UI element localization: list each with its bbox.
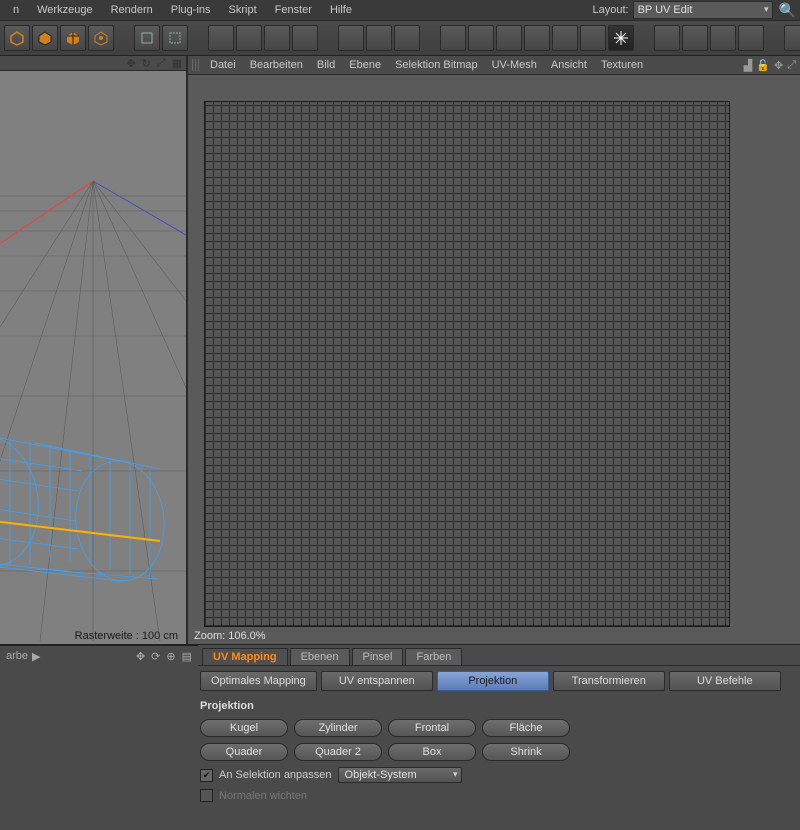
viewport-header: ✥ ↻ ⤢ ▦	[0, 56, 186, 71]
proj-frontal-button[interactable]: Frontal	[388, 719, 476, 737]
uv-menu-item[interactable]: UV-Mesh	[485, 57, 544, 73]
uv-tool-icon[interactable]	[524, 25, 550, 51]
uv-menu-item[interactable]: Ebene	[342, 57, 388, 73]
subtab-transform[interactable]: Transformieren	[553, 671, 665, 691]
uv-menu-item[interactable]: Selektion Bitmap	[388, 57, 485, 73]
uv-menu-item[interactable]: Ansicht	[544, 57, 594, 73]
chevron-down-icon: ▾	[764, 4, 769, 15]
uv-tool-icon[interactable]	[264, 25, 290, 51]
tab-farben[interactable]: Farben	[405, 648, 462, 665]
main-tab-row: UV Mapping Ebenen Pinsel Farben	[198, 645, 800, 666]
uv-menu-item[interactable]: Datei	[203, 57, 243, 73]
perspective-viewport[interactable]: Rasterweite : 100 cm	[0, 71, 186, 644]
uv-menubar: Datei Bearbeiten Bild Ebene Selektion Bi…	[188, 56, 800, 75]
menu-item[interactable]: Werkzeuge	[28, 2, 101, 18]
chevron-down-icon: ▾	[453, 769, 458, 780]
proj-kugel-button[interactable]: Kugel	[200, 719, 288, 737]
proj-quader2-button[interactable]: Quader 2	[294, 743, 382, 761]
uv-canvas[interactable]: Zoom: 106.0%	[188, 75, 800, 644]
tab-uv-mapping[interactable]: UV Mapping	[202, 648, 288, 665]
uv-tool-icon[interactable]	[710, 25, 736, 51]
uv-tool-icon[interactable]	[208, 25, 234, 51]
uv-tool-icon-active[interactable]	[608, 25, 634, 51]
menu-item[interactable]: n	[4, 2, 28, 18]
sub-tab-row: Optimales Mapping UV entspannen Projekti…	[0, 666, 800, 696]
layout-value: BP UV Edit	[638, 4, 693, 16]
tool-icon[interactable]	[134, 25, 160, 51]
uv-tool-icon[interactable]	[784, 25, 800, 51]
tab-pinsel[interactable]: Pinsel	[352, 648, 404, 665]
uv-grid	[204, 101, 730, 627]
layout-label: Layout:	[592, 4, 628, 16]
move-icon[interactable]: ✥	[774, 59, 783, 72]
tab-ebenen[interactable]: Ebenen	[290, 648, 350, 665]
menu-item[interactable]: Skript	[220, 2, 266, 18]
fit-selection-label: An Selektion anpassen	[219, 769, 332, 781]
subtab-entspannen[interactable]: UV entspannen	[321, 671, 433, 691]
uv-tool-icon[interactable]	[682, 25, 708, 51]
attr-label: arbe	[6, 650, 28, 662]
proj-zylinder-button[interactable]: Zylinder	[294, 719, 382, 737]
display-mode-icon[interactable]	[88, 25, 114, 51]
uv-zoom-status: Zoom: 106.0%	[194, 630, 266, 642]
main-menubar: n Werkzeuge Rendern Plug-ins Skript Fens…	[0, 0, 800, 21]
attr-icon[interactable]: ⊕	[166, 650, 175, 663]
viewport-nav-icon[interactable]: ✥	[126, 57, 135, 70]
viewport-status: Rasterweite : 100 cm	[75, 630, 178, 642]
proj-box-button[interactable]: Box	[388, 743, 476, 761]
uv-tool-icon[interactable]	[738, 25, 764, 51]
display-mode-icon[interactable]	[32, 25, 58, 51]
lock-icon[interactable]: 🔓	[756, 59, 770, 72]
uv-menu-item[interactable]: Bild	[310, 57, 342, 73]
uv-tool-icon[interactable]	[496, 25, 522, 51]
main-toolbar	[0, 21, 800, 56]
subtab-projektion[interactable]: Projektion	[437, 671, 549, 691]
system-value: Objekt-System	[345, 769, 417, 781]
layout-dropdown[interactable]: BP UV Edit ▾	[633, 1, 773, 19]
normals-checkbox[interactable]	[200, 789, 213, 802]
uv-tool-icon[interactable]	[236, 25, 262, 51]
viewport-nav-icon[interactable]: ⤢	[157, 57, 166, 70]
proj-quader-button[interactable]: Quader	[200, 743, 288, 761]
section-title: Projektion	[0, 696, 800, 716]
viewport-nav-icon[interactable]: ▦	[172, 57, 182, 70]
zoom-icon[interactable]: ⤢	[787, 59, 796, 72]
menu-item[interactable]: Plug-ins	[162, 2, 220, 18]
attr-icon[interactable]: ✥	[136, 650, 145, 663]
panel-grip-icon[interactable]	[192, 59, 200, 71]
subtab-uvbefehle[interactable]: UV Befehle	[669, 671, 781, 691]
subtab-optimales[interactable]: Optimales Mapping	[200, 671, 317, 691]
display-mode-icon[interactable]	[4, 25, 30, 51]
uv-menu-item[interactable]: Texturen	[594, 57, 650, 73]
fit-selection-checkbox[interactable]	[200, 769, 213, 782]
histogram-icon[interactable]: ▟	[744, 59, 752, 72]
normals-label: Normalen wichten	[219, 790, 307, 802]
attr-icon[interactable]: ⟳	[151, 650, 160, 663]
uv-tool-icon[interactable]	[440, 25, 466, 51]
menu-item[interactable]: Hilfe	[321, 2, 361, 18]
uv-tool-icon[interactable]	[394, 25, 420, 51]
attr-icon[interactable]: ▤	[182, 650, 192, 663]
viewport-nav-icon[interactable]: ↻	[142, 57, 151, 70]
search-icon[interactable]: 🔍	[779, 2, 796, 19]
chevron-right-icon[interactable]: ▶	[32, 650, 40, 663]
uv-tool-icon[interactable]	[366, 25, 392, 51]
uv-tool-icon[interactable]	[468, 25, 494, 51]
system-dropdown[interactable]: Objekt-System ▾	[338, 767, 462, 783]
display-mode-icon[interactable]	[60, 25, 86, 51]
uv-tool-icon[interactable]	[338, 25, 364, 51]
uv-tool-icon[interactable]	[580, 25, 606, 51]
tool-icon[interactable]	[162, 25, 188, 51]
uv-menu-item[interactable]: Bearbeiten	[243, 57, 310, 73]
attribute-strip: arbe ▶ ✥ ⟳ ⊕ ▤	[0, 645, 198, 666]
menu-item[interactable]: Rendern	[102, 2, 162, 18]
uv-tool-icon[interactable]	[654, 25, 680, 51]
proj-flaeche-button[interactable]: Fläche	[482, 719, 570, 737]
uv-tool-icon[interactable]	[292, 25, 318, 51]
uv-tool-icon[interactable]	[552, 25, 578, 51]
proj-shrink-button[interactable]: Shrink	[482, 743, 570, 761]
menu-item[interactable]: Fenster	[266, 2, 321, 18]
